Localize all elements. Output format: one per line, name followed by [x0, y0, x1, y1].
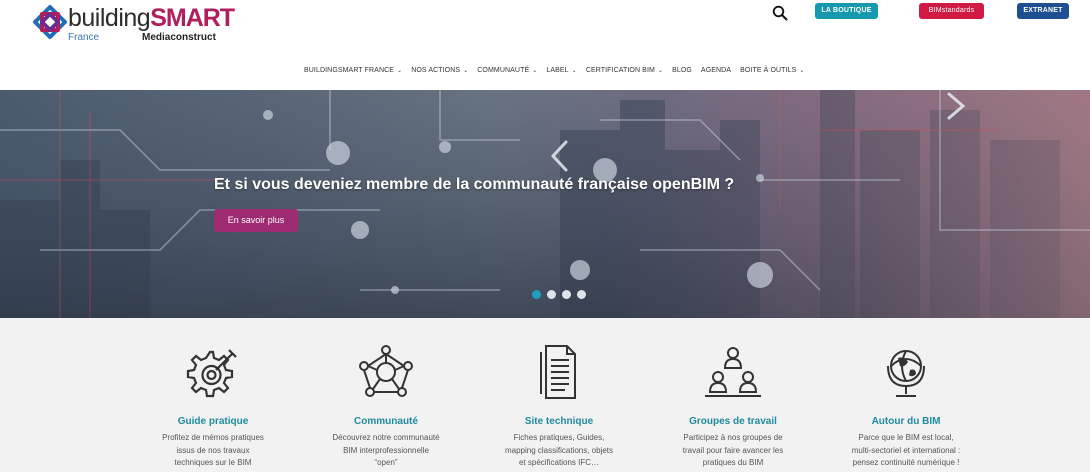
feature-communaute[interactable]: Communauté Découvrez notre communauté BI… [316, 318, 456, 470]
feature-autour-du-bim[interactable]: Autour du BIM Parce que le BIM est local… [836, 318, 976, 470]
search-icon[interactable] [772, 5, 788, 21]
chevron-down-icon: ⌄ [657, 67, 664, 74]
slide-dot-1[interactable] [532, 290, 541, 299]
nav-label: CERTIFICATION BIM [585, 66, 655, 74]
chevron-down-icon: ⌄ [799, 67, 805, 74]
chevron-down-icon: ⌄ [571, 67, 577, 74]
hero-slider: Et si vous deveniez membre de la communa… [0, 90, 1090, 318]
chevron-down-icon: ⌄ [463, 67, 469, 74]
site-header: buildingSMART France Mediaconstruct LA B… [0, 0, 1090, 90]
feature-groupes-de-travail[interactable]: Groupes de travail Participez à nos grou… [663, 318, 803, 470]
logo-knot-icon [33, 5, 67, 39]
feature-title: Site technique [524, 416, 594, 427]
nav-label: AGENDA [700, 66, 732, 74]
features-section: Guide pratique Profitez de mémos pratiqu… [0, 318, 1090, 472]
logo-partner: Mediaconstruct [142, 32, 216, 43]
feature-desc: Fiches pratiques, Guides, mapping classi… [504, 433, 614, 467]
hero-background-image [0, 90, 1090, 318]
feature-desc: Parce que le BIM est local, multi-sector… [851, 433, 961, 467]
feature-title: Autour du BIM [871, 416, 941, 427]
main-nav: BUILDINGSMART FRANCE ⌄ NOS ACTIONS ⌄ COM… [304, 64, 813, 76]
nav-label: BUILDINGSMART FRANCE [304, 66, 395, 74]
nav-item-boite-a-outils[interactable]: BOITE À OUTILS ⌄ [740, 64, 804, 76]
nav-item-communaute[interactable]: COMMUNAUTÉ ⌄ [477, 64, 537, 76]
feature-title: Communauté [354, 416, 418, 427]
slider-pagination [532, 290, 586, 299]
feature-desc: Profitez de mémos pratiques issus de nos… [162, 433, 264, 467]
buildingsmart-logo[interactable]: buildingSMART France Mediaconstruct [32, 4, 235, 44]
slide-dot-4[interactable] [577, 290, 586, 299]
nav-item-certification-bim[interactable]: CERTIFICATION BIM ⌄ [586, 64, 663, 76]
logo-country: France [68, 32, 100, 43]
chevron-down-icon: ⌄ [397, 67, 403, 74]
chevron-down-icon: ⌄ [532, 67, 538, 74]
feature-desc: Découvrez notre communauté BIM interprof… [332, 433, 440, 467]
slide-dot-3[interactable] [562, 290, 571, 299]
feature-guide-pratique[interactable]: Guide pratique Profitez de mémos pratiqu… [143, 318, 283, 470]
hero-cta-button[interactable]: En savoir plus [214, 209, 298, 232]
hero-title: Et si vous deveniez membre de la communa… [214, 176, 735, 193]
bimstandards-button[interactable]: BIMstandards [919, 3, 984, 19]
logo-wordmark: buildingSMART [68, 4, 235, 32]
feature-site-technique[interactable]: Site technique Fiches pratiques, Guides,… [489, 318, 629, 470]
nav-label: COMMUNAUTÉ [477, 66, 530, 74]
feature-desc: Participez à nos groupes de travail pour… [682, 433, 784, 467]
feature-title: Groupes de travail [689, 416, 777, 427]
gear-target-icon [186, 349, 237, 398]
nav-item-nos-actions[interactable]: NOS ACTIONS ⌄ [411, 64, 468, 76]
globe-icon [887, 350, 925, 397]
logo-word-main: building [68, 4, 151, 32]
slide-dot-2[interactable] [547, 290, 556, 299]
nav-label: BOITE À OUTILS [740, 66, 797, 74]
nav-item-agenda[interactable]: AGENDA [701, 64, 731, 76]
nav-item-blog[interactable]: BLOG [672, 64, 692, 76]
nav-label: NOS ACTIONS [411, 66, 461, 74]
document-icon [540, 345, 576, 399]
boutique-button[interactable]: LA BOUTIQUE [815, 3, 878, 19]
nav-item-buildingsmart-france[interactable]: BUILDINGSMART FRANCE ⌄ [304, 64, 402, 76]
logo-word-accent: SMART [150, 4, 235, 32]
extranet-button[interactable]: EXTRANET [1017, 3, 1069, 19]
feature-title: Guide pratique [177, 416, 249, 427]
nav-label: LABEL [546, 66, 569, 74]
group-icon [705, 347, 761, 397]
nav-item-label[interactable]: LABEL ⌄ [546, 64, 576, 76]
network-icon [359, 345, 413, 397]
nav-label: BLOG [672, 66, 692, 74]
